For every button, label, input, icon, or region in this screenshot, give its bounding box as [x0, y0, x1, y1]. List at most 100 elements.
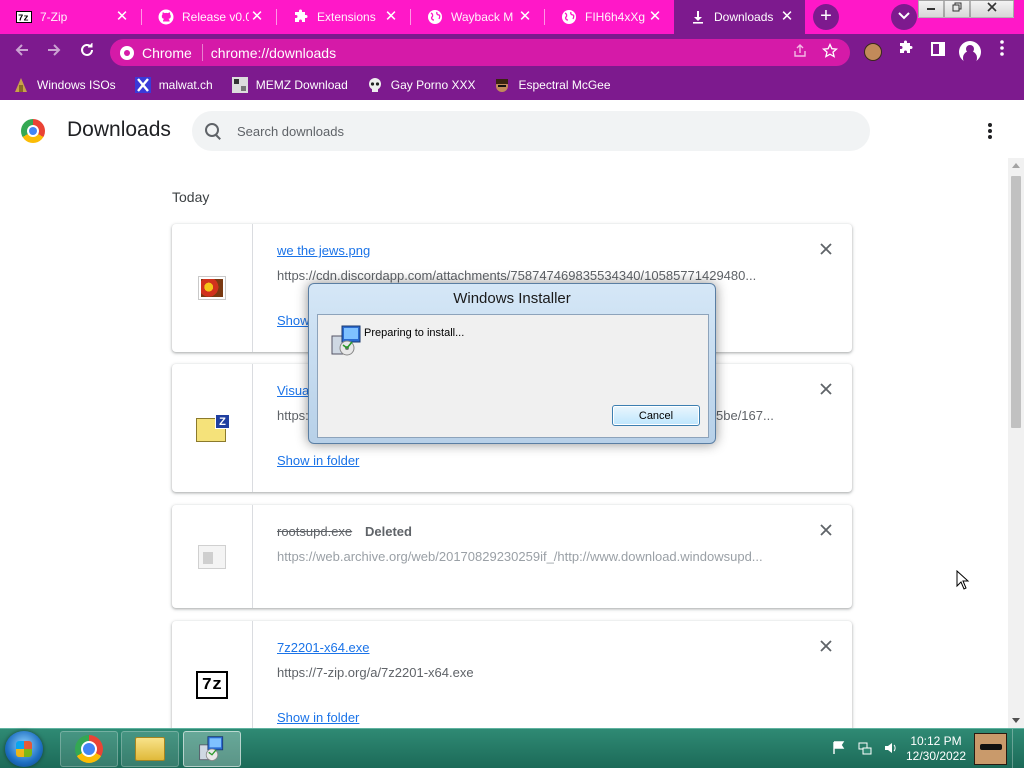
close-icon[interactable]: ✕: [383, 9, 399, 25]
chrome-icon: [120, 45, 134, 60]
remove-item-button[interactable]: [818, 381, 834, 397]
close-icon[interactable]: ✕: [647, 9, 663, 25]
scroll-up-arrow-icon[interactable]: [1012, 163, 1020, 168]
kebab-dot: [988, 135, 992, 139]
site-chip[interactable]: Chrome: [110, 44, 203, 61]
url-text[interactable]: chrome://downloads: [203, 45, 790, 61]
close-icon[interactable]: ✕: [779, 9, 795, 25]
close-icon[interactable]: ✕: [517, 9, 533, 25]
restore-button[interactable]: [944, 0, 970, 18]
file-icon-column: [172, 505, 253, 608]
scrollbar-thumb[interactable]: [1011, 176, 1021, 428]
file-url: https://cdn.discordapp.com/attachments/7…: [277, 268, 757, 283]
bookmark-malwatch[interactable]: malwat.ch: [134, 76, 213, 94]
skull-icon: [366, 76, 384, 94]
file-name: rootsupd.exe: [277, 524, 353, 539]
address-bar[interactable]: Chrome chrome://downloads: [110, 39, 850, 66]
kebab-dot: [988, 129, 992, 133]
volume-icon[interactable]: [883, 741, 899, 757]
dialog-body: Preparing to install... Cancel: [317, 314, 709, 438]
network-icon[interactable]: [857, 741, 873, 757]
restore-icon: [952, 2, 962, 12]
tab-extensions[interactable]: Extensions ✕: [277, 0, 409, 34]
date-section-label: Today: [172, 189, 210, 205]
taskbar-windows-installer[interactable]: [183, 731, 241, 767]
face-icon: [493, 76, 511, 94]
action-center-flag-icon[interactable]: [831, 741, 847, 757]
file-url: https://web.archive.org/web/201708292302…: [277, 549, 763, 564]
file-icon-column: [172, 224, 253, 352]
show-in-folder-link[interactable]: Show in folder: [277, 710, 359, 725]
search-input[interactable]: [237, 123, 837, 139]
forward-button[interactable]: [41, 39, 67, 65]
download-icon: [690, 9, 706, 25]
bookmark-label: malwat.ch: [158, 78, 213, 92]
globe-icon: [561, 9, 577, 25]
show-desktop-button[interactable]: [1012, 729, 1024, 768]
extension-avatar-icon[interactable]: [864, 43, 882, 61]
image-file-icon: [198, 276, 226, 300]
x-logo-icon: [134, 76, 152, 94]
scroll-down-arrow-icon[interactable]: [1012, 718, 1020, 723]
file-name-link[interactable]: we the jews.png: [277, 243, 370, 258]
windows-taskbar: 10:12 PM 12/30/2022: [0, 728, 1024, 768]
extensions-puzzle-icon[interactable]: [894, 40, 918, 64]
user-avatar[interactable]: [974, 733, 1007, 765]
browser-menu-button[interactable]: [990, 40, 1014, 64]
bookmark-label: Gay Porno XXX: [390, 78, 476, 92]
close-window-button[interactable]: [970, 0, 1014, 18]
clock-date: 12/30/2022: [905, 749, 967, 763]
tab-7zip[interactable]: 7z 7-Zip ✕: [0, 0, 140, 34]
tab-downloads[interactable]: Downloads ✕: [674, 0, 805, 34]
bookmark-skull[interactable]: Gay Porno XXX: [366, 76, 476, 94]
bookmark-star-icon[interactable]: [820, 42, 840, 63]
side-panel-icon[interactable]: [926, 40, 950, 64]
remove-item-button[interactable]: [818, 638, 834, 654]
back-button[interactable]: [9, 39, 35, 65]
tab-title: FIH6h4xXg: [585, 10, 646, 24]
profile-icon[interactable]: [959, 41, 981, 63]
tab-title: Extensions: [317, 10, 376, 24]
kebab-menu-icon: [1000, 40, 1004, 56]
close-icon: [987, 2, 997, 12]
downloads-menu-button[interactable]: [980, 120, 1000, 142]
bookmark-memz[interactable]: MEMZ Download: [231, 76, 348, 94]
tab-release[interactable]: Release v0.0 ✕: [142, 0, 275, 34]
bookmark-espectral-mcgee[interactable]: Espectral McGee: [493, 76, 611, 94]
search-box[interactable]: [192, 111, 870, 151]
reload-button[interactable]: [74, 39, 100, 65]
close-icon[interactable]: ✕: [249, 9, 265, 25]
bookmark-windows-isos[interactable]: Windows ISOs: [12, 76, 116, 94]
dialog-title: Windows Installer: [453, 290, 571, 307]
page-scrollbar[interactable]: [1008, 158, 1024, 728]
system-tray: [826, 729, 904, 768]
share-icon[interactable]: [790, 43, 810, 63]
page-title: Downloads: [67, 118, 171, 141]
new-tab-button[interactable]: +: [813, 4, 839, 30]
remove-item-button[interactable]: [818, 241, 834, 257]
file-explorer-icon: [135, 737, 165, 761]
cancel-button[interactable]: Cancel: [612, 405, 700, 426]
window-controls: [918, 0, 1014, 18]
kebab-dot: [988, 123, 992, 127]
tab-fih6h4xxg[interactable]: FIH6h4xXg ✕: [545, 0, 673, 34]
minimize-button[interactable]: [918, 0, 944, 18]
windows-installer-icon: [199, 736, 224, 761]
show-in-folder-link[interactable]: Show in folder: [277, 453, 359, 468]
tab-wayback[interactable]: Wayback M ✕: [411, 0, 543, 34]
taskbar-clock[interactable]: 10:12 PM 12/30/2022: [900, 734, 972, 764]
windows-iso-icon: [12, 76, 30, 94]
taskbar-file-explorer[interactable]: [121, 731, 179, 767]
close-icon: [820, 243, 832, 255]
arrow-left-icon: [15, 44, 28, 56]
file-name-link[interactable]: Visua: [277, 383, 309, 398]
start-button[interactable]: [5, 731, 43, 767]
tab-search-button[interactable]: [891, 4, 917, 30]
taskbar-chrome[interactable]: [60, 731, 118, 767]
github-icon: [158, 9, 174, 25]
downloads-header: Downloads: [0, 100, 1024, 162]
dialog-message: Preparing to install...: [364, 327, 465, 339]
close-icon[interactable]: ✕: [114, 9, 130, 25]
file-name-link[interactable]: 7z2201-x64.exe: [277, 640, 370, 655]
remove-item-button[interactable]: [818, 522, 834, 538]
